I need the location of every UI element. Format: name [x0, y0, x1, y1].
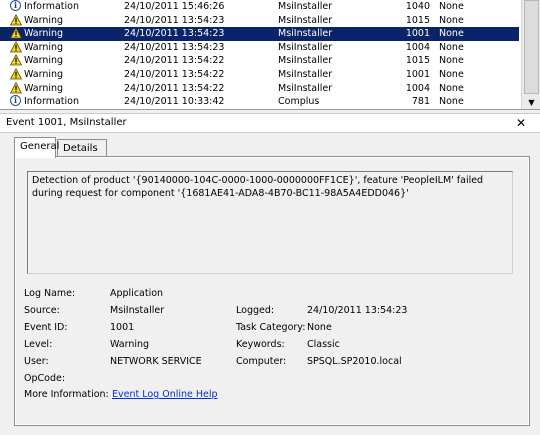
warning-icon [10, 27, 22, 41]
detail-header: Event 1001, MsiInstaller ✕ [0, 113, 540, 133]
warning-icon [10, 81, 22, 96]
source-value: MsiInstaller [110, 305, 165, 316]
vertical-scrollbar[interactable]: ▼ [521, 0, 540, 109]
event-row[interactable]: Warning 24/10/2011 13:54:22 MsiInstaller 10… [0, 67, 519, 82]
computer-label: Computer: [236, 356, 287, 367]
event-date: 24/10/2011 13:54:23 [124, 28, 225, 40]
general-tab-content: Detection of product '{90140000-104C-000… [16, 158, 528, 424]
task-category-label: Task Category: [236, 322, 306, 333]
scroll-down-button[interactable]: ▼ [522, 96, 540, 109]
warning-icon [10, 67, 22, 82]
user-value: NETWORK SERVICE [110, 356, 202, 367]
event-task-category: None [439, 28, 464, 40]
event-source: MsiInstaller [278, 82, 333, 94]
event-level: Warning [24, 14, 64, 26]
warning-icon [10, 13, 22, 28]
scroll-thumb[interactable] [524, 0, 539, 94]
event-task-category: None [439, 68, 464, 80]
event-id: 1040 [405, 1, 430, 12]
event-task-category: None [439, 41, 464, 53]
keywords-value: Classic [307, 339, 340, 350]
event-date: 24/10/2011 13:54:23 [124, 41, 225, 53]
event-level: Warning [24, 55, 64, 67]
event-source: MsiInstaller [278, 55, 333, 67]
tab-general[interactable]: General [14, 137, 59, 158]
detail-title: Event 1001, MsiInstaller [6, 117, 127, 128]
info-icon: i [10, 95, 22, 109]
event-source: MsiInstaller [278, 14, 333, 26]
event-level: Warning [24, 28, 64, 40]
event-id: 1004 [405, 41, 430, 53]
event-level: Information [24, 96, 79, 108]
event-task-category: None [439, 14, 464, 26]
event-description[interactable]: Detection of product '{90140000-104C-000… [27, 171, 513, 274]
event-task-category: None [439, 96, 464, 108]
event-source: Complus [278, 96, 320, 108]
event-row[interactable]: Warning 24/10/2011 13:54:23 MsiInstaller 10… [0, 40, 519, 55]
info-icon: i [10, 0, 22, 14]
event-source: MsiInstaller [278, 28, 333, 40]
warning-icon [10, 54, 22, 68]
event-level: Warning [24, 82, 64, 94]
event-level: Warning [24, 68, 64, 80]
event-id-value: 1001 [110, 322, 135, 333]
event-task-category: None [439, 82, 464, 94]
event-date: 24/10/2011 13:54:22 [124, 82, 225, 94]
tab-details[interactable]: Details [57, 139, 107, 157]
event-id: 1004 [405, 82, 430, 94]
event-date: 24/10/2011 13:54:22 [124, 68, 225, 80]
event-id: 1015 [405, 55, 430, 67]
event-date: 24/10/2011 10:33:42 [124, 96, 225, 108]
more-information-label: More Information: [24, 389, 109, 400]
logged-value: 24/10/2011 13:54:23 [307, 305, 408, 316]
event-task-category: None [439, 1, 464, 12]
task-category-value: None [307, 322, 332, 333]
event-id: 781 [411, 96, 430, 108]
level-value: Warning [110, 339, 150, 350]
level-label: Level: [24, 339, 53, 350]
keywords-label: Keywords: [236, 339, 285, 350]
event-row[interactable]: i Information 24/10/2011 10:33:42 Complus 78… [0, 95, 519, 109]
event-rows: i Information 24/10/2011 15:46:26 MsiInstal… [0, 0, 519, 109]
event-id: 1001 [405, 28, 430, 40]
event-source: MsiInstaller [278, 1, 333, 12]
general-tab-panel: Detection of product '{90140000-104C-000… [14, 156, 530, 426]
computer-value: SPSQL.SP2010.local [307, 356, 402, 367]
event-source: MsiInstaller [278, 68, 333, 80]
log-name-label: Log Name: [24, 288, 76, 299]
event-row[interactable]: Warning 24/10/2011 13:54:22 MsiInstaller 10… [0, 81, 519, 96]
event-list[interactable]: i Information 24/10/2011 15:46:26 MsiInstal… [0, 0, 540, 110]
event-row[interactable]: Warning 24/10/2011 13:54:23 MsiInstaller 10… [0, 13, 519, 28]
log-name-value: Application [110, 288, 164, 299]
event-row[interactable]: Warning 24/10/2011 13:54:23 MsiInstaller 10… [0, 27, 519, 41]
event-level: Information [24, 1, 79, 12]
event-log-online-help-link[interactable]: Event Log Online Help [112, 389, 218, 400]
event-level: Warning [24, 41, 64, 53]
user-label: User: [24, 356, 49, 367]
source-label: Source: [24, 305, 60, 316]
close-detail-button[interactable]: ✕ [514, 116, 528, 130]
warning-icon [10, 40, 22, 55]
event-date: 24/10/2011 13:54:23 [124, 14, 225, 26]
event-id: 1015 [405, 14, 430, 26]
event-date: 24/10/2011 13:54:22 [124, 55, 225, 67]
event-date: 24/10/2011 15:46:26 [124, 1, 225, 12]
event-id: 1001 [405, 68, 430, 80]
event-row[interactable]: Warning 24/10/2011 13:54:22 MsiInstaller 10… [0, 54, 519, 68]
event-row[interactable]: i Information 24/10/2011 15:46:26 MsiInstal… [0, 0, 519, 14]
bottom-edge [0, 427, 540, 435]
event-task-category: None [439, 55, 464, 67]
logged-label: Logged: [236, 305, 275, 316]
opcode-label: OpCode: [24, 373, 66, 384]
event-id-label: Event ID: [24, 322, 68, 333]
event-source: MsiInstaller [278, 41, 333, 53]
